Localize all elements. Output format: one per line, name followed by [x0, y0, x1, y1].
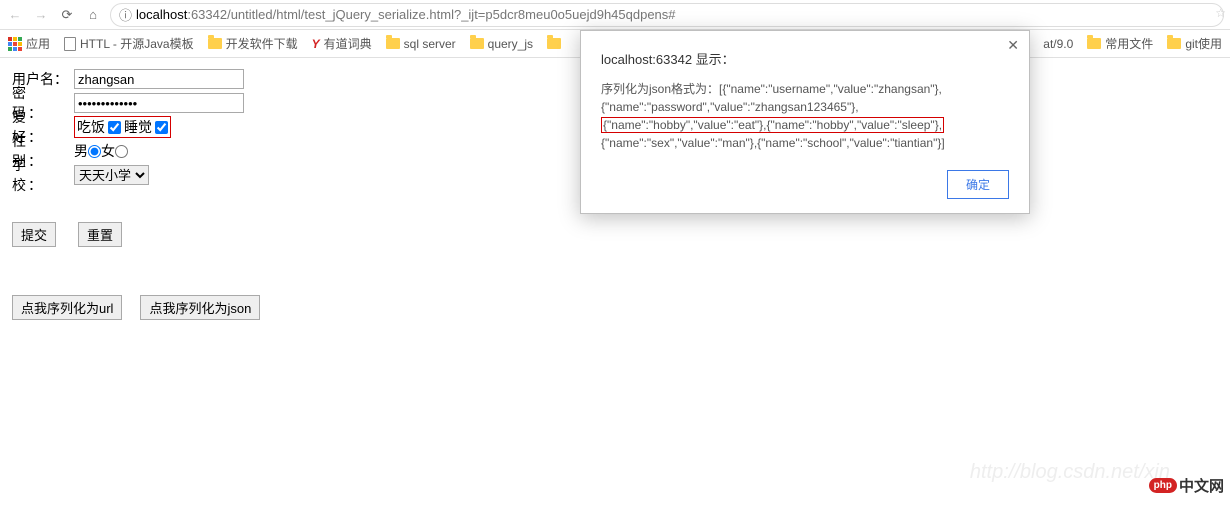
- submit-button[interactable]: 提交: [12, 222, 56, 247]
- body-line4: {"name":"sex","value":"man"},{"name":"sc…: [601, 136, 945, 150]
- folder-icon: [470, 38, 484, 49]
- bookmark-cut[interactable]: [547, 38, 561, 49]
- hobby-eat-checkbox[interactable]: [108, 121, 121, 134]
- close-icon[interactable]: ✕: [1007, 37, 1019, 54]
- home-icon[interactable]: ⌂: [84, 6, 102, 24]
- school-label: 学 校：: [12, 155, 74, 195]
- hobby-group: 吃饭 睡觉: [74, 116, 171, 138]
- reload-icon[interactable]: ⟳: [58, 6, 76, 24]
- dialog-title: localhost:63342 显示：: [601, 49, 1009, 68]
- apps-button[interactable]: 应用: [8, 35, 50, 52]
- forward-icon[interactable]: →: [32, 6, 50, 24]
- dialog-body: 序列化为json格式为：[{"name":"username","value":…: [601, 80, 1009, 152]
- file-icon: [64, 37, 76, 51]
- hobby-eat-label: 吃饭: [77, 117, 105, 137]
- serialize-json-button[interactable]: 点我序列化为json: [140, 295, 260, 320]
- star-icon[interactable]: ☆: [1215, 6, 1226, 20]
- folder-icon: [547, 38, 561, 49]
- body-prefix: 序列化为json格式为：: [601, 82, 719, 96]
- school-select[interactable]: 天天小学: [74, 165, 149, 185]
- sex-female-radio[interactable]: [115, 145, 128, 158]
- info-icon: ⓘ: [119, 5, 132, 24]
- bookmark-git[interactable]: git使用: [1167, 35, 1222, 52]
- password-input[interactable]: [74, 93, 244, 113]
- watermark-text: http://blog.csdn.net/xin: [970, 461, 1170, 484]
- bookmark-sql[interactable]: sql server: [386, 37, 456, 51]
- bookmark-at9[interactable]: at/9.0: [1043, 37, 1073, 51]
- hobby-sleep-checkbox[interactable]: [155, 121, 168, 134]
- folder-icon: [386, 38, 400, 49]
- sex-male-radio[interactable]: [88, 145, 101, 158]
- reset-button[interactable]: 重置: [78, 222, 122, 247]
- folder-icon: [1087, 38, 1101, 49]
- ok-button[interactable]: 确定: [947, 170, 1009, 199]
- youdao-icon: Y: [312, 37, 320, 51]
- apps-label: 应用: [26, 35, 50, 52]
- bookmark-common[interactable]: 常用文件: [1087, 35, 1153, 52]
- url-host: localhost: [136, 7, 187, 22]
- alert-dialog: ✕ localhost:63342 显示： 序列化为json格式为：[{"nam…: [580, 30, 1030, 214]
- body-line1: [{"name":"username","value":"zhangsan"},: [719, 82, 942, 96]
- apps-icon: [8, 37, 22, 51]
- serialize-url-button[interactable]: 点我序列化为url: [12, 295, 122, 320]
- hobby-sleep-label: 睡觉: [124, 117, 152, 137]
- browser-toolbar: ← → ⟳ ⌂ ⓘ localhost:63342/untitled/html/…: [0, 0, 1230, 30]
- brand-badge: php 中文网: [1149, 475, 1224, 496]
- sex-male-label: 男: [74, 141, 88, 161]
- body-line3-highlight: {"name":"hobby","value":"eat"},{"name":"…: [601, 117, 944, 133]
- brand-text: 中文网: [1179, 475, 1224, 496]
- username-input[interactable]: [74, 69, 244, 89]
- bookmark-httl[interactable]: HTTL - 开源Java模板: [64, 35, 194, 52]
- bookmark-query[interactable]: query_js: [470, 37, 533, 51]
- back-icon[interactable]: ←: [6, 6, 24, 24]
- folder-icon: [208, 38, 222, 49]
- brand-pill: php: [1149, 478, 1177, 493]
- body-line2: {"name":"password","value":"zhangsan1234…: [601, 100, 859, 114]
- address-bar[interactable]: ⓘ localhost:63342/untitled/html/test_jQu…: [110, 3, 1224, 27]
- url-path: :63342/untitled/html/test_jQuery_seriali…: [187, 7, 675, 22]
- bookmark-dev[interactable]: 开发软件下载: [208, 35, 298, 52]
- bookmark-youdao[interactable]: Y有道词典: [312, 35, 372, 52]
- folder-icon: [1167, 38, 1181, 49]
- sex-female-label: 女: [101, 141, 115, 161]
